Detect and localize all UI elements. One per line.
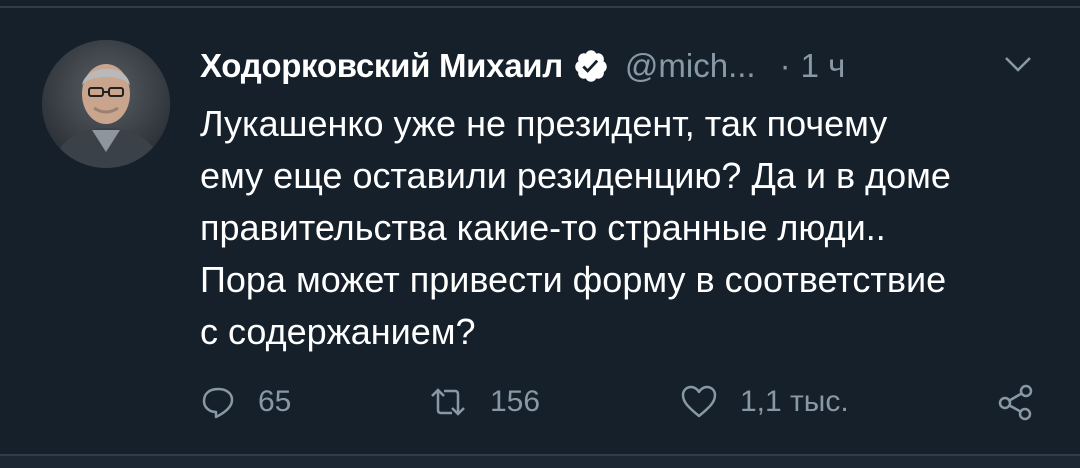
tweet-actions: 65 156 1,1 тыс.: [200, 378, 1060, 426]
verified-badge-icon: [573, 48, 609, 84]
like-count: 1,1 тыс.: [740, 385, 849, 418]
separator-dot: ·: [779, 47, 791, 84]
avatar[interactable]: [42, 40, 170, 168]
author-name[interactable]: Ходорковский Михаил: [200, 47, 563, 85]
tweet-text-line: ему еще оставили резиденцию? Да и в доме: [200, 155, 951, 196]
like-button[interactable]: 1,1 тыс.: [680, 378, 849, 426]
tweet-time[interactable]: 1 ч: [801, 47, 846, 85]
tweet-text-line: Пора может привести форму в соответствие: [200, 259, 947, 300]
chevron-down-icon[interactable]: [1000, 52, 1036, 76]
tweet-text-line: с содержанием?: [200, 311, 476, 352]
tweet-text-line: правительства какие-то странные люди..: [200, 207, 886, 248]
tweet-text-line: Лукашенко уже не президент, так почему: [200, 103, 888, 144]
reply-icon: [200, 384, 236, 420]
share-icon: [996, 382, 1036, 422]
reply-button[interactable]: 65: [200, 378, 291, 426]
bottom-divider: [0, 454, 1080, 468]
retweet-button[interactable]: 156: [428, 378, 540, 426]
reply-count: 65: [258, 385, 292, 418]
retweet-icon: [428, 384, 468, 420]
retweet-count: 156: [490, 385, 541, 418]
tweet-text: Лукашенко уже не президент, так почему е…: [200, 98, 1060, 358]
share-button[interactable]: [996, 378, 1036, 426]
author-handle[interactable]: @mich...: [625, 47, 756, 85]
top-divider: [0, 0, 1080, 8]
tweet-header: Ходорковский Михаил @mich... · 1 ч: [200, 38, 845, 94]
heart-icon: [680, 384, 718, 420]
